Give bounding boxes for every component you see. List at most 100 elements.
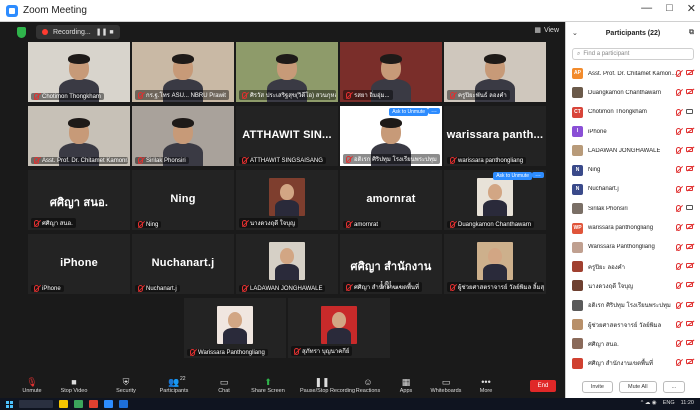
mic-muted-icon[interactable] xyxy=(676,282,681,290)
mic-muted-icon[interactable] xyxy=(676,166,681,174)
recording-controls[interactable]: ❚❚ ■ xyxy=(96,28,114,36)
more-button[interactable]: ••• More xyxy=(464,376,508,395)
participant-name: Chotimon Thongkham xyxy=(588,109,647,116)
tile-more-icon[interactable]: … xyxy=(428,108,440,114)
tile-more-icon[interactable]: … xyxy=(532,172,544,178)
participant-name-text: Ning xyxy=(146,221,159,228)
mic-muted-icon[interactable] xyxy=(676,147,681,155)
participant-row[interactable]: ศศิญา สำนักงานเขตพื้นที่ xyxy=(566,353,700,372)
minimize-button[interactable]: — xyxy=(641,2,652,15)
apps-button[interactable]: ▦ Apps xyxy=(384,376,428,395)
participant-row[interactable]: นางดวงฤดี ใจบุญ xyxy=(566,276,700,295)
participant-tile[interactable]: ศศิญา สำนักงานเข... ศศิญา สำนักงานเขตพื้น… xyxy=(340,234,442,294)
participant-tile[interactable]: warissara panth... warissara panthonglian… xyxy=(444,106,546,166)
chat-button[interactable]: ▭ Chat xyxy=(202,376,246,395)
participant-row[interactable]: N Ning xyxy=(566,160,700,179)
chrome-icon[interactable] xyxy=(74,400,83,408)
participant-tile[interactable]: นางดวงฤดี ใจบุญ xyxy=(236,170,338,230)
participant-tile[interactable]: ATTHAWIT SIN... ATTHAWIT SINGSAISANG xyxy=(236,106,338,166)
app-icon[interactable] xyxy=(89,400,98,408)
maximize-button[interactable]: □ xyxy=(666,2,673,15)
participant-name-label: Duangkamon Chanthawarn xyxy=(447,221,535,228)
windows-start-icon[interactable] xyxy=(6,400,13,408)
participant-tile[interactable]: Ask to Unmute… อดิเรก ศิริปทุม โรงเรียนพร… xyxy=(340,106,442,166)
mute-all-button[interactable]: Mute All xyxy=(618,381,657,393)
mic-muted-icon[interactable] xyxy=(676,262,681,270)
participant-tile[interactable]: ครูปิยะพันธ์ ลองคำ xyxy=(444,42,546,102)
mic-muted-icon[interactable] xyxy=(676,70,681,77)
participant-row[interactable]: CT Chotimon Thongkham xyxy=(566,103,700,122)
mic-muted-icon[interactable] xyxy=(676,340,681,348)
mic-muted-icon[interactable] xyxy=(676,185,681,193)
more-options-button[interactable]: ... xyxy=(662,381,686,393)
participant-name-text: ศิรวัส ประเสริฐสุข(วิดีโอ) สวนกุหลาบ นนท… xyxy=(250,93,336,99)
participant-row[interactable]: ครูปิยะ ลองคำ xyxy=(566,257,700,276)
participant-row[interactable]: IiPhone xyxy=(566,122,700,141)
participant-tile[interactable]: ศิรวัส ประเสริฐสุข(วิดีโอ) สวนกุหลาบ นนท… xyxy=(236,42,338,102)
participant-status-icons xyxy=(676,166,693,174)
participants-title: Participants (22) xyxy=(605,29,661,37)
security-button[interactable]: ⛨ Security xyxy=(104,376,148,395)
language-indicator[interactable]: ENG xyxy=(663,400,675,406)
participant-row[interactable]: ผู้ช่วยศาสตราจารย์ วัลย์พิมล xyxy=(566,315,700,334)
participant-tile[interactable]: LADAWAN JONGHAWALE xyxy=(236,234,338,294)
participant-row[interactable]: WP warissara panthongliang xyxy=(566,218,700,237)
whiteboards-button[interactable]: ▭ Whiteboards xyxy=(424,376,468,395)
participant-row[interactable]: N Nuchanart.j xyxy=(566,180,700,199)
participant-tile[interactable]: iPhone iPhone xyxy=(28,234,130,294)
unmute-button[interactable]: 🎙 Unmute xyxy=(10,376,54,395)
encryption-shield-icon[interactable] xyxy=(17,26,26,38)
mic-muted-icon[interactable] xyxy=(676,205,681,213)
ask-to-unmute-chip[interactable]: Ask to Unmute xyxy=(493,172,532,180)
mic-muted-icon[interactable] xyxy=(676,320,681,328)
view-button[interactable]: ▦ View xyxy=(534,26,559,35)
participant-tile[interactable]: กร.ฐ.โทร ASU... NBRU Prawit xyxy=(132,42,234,102)
mic-muted-icon[interactable] xyxy=(676,89,681,97)
participant-tile[interactable]: Asst. Prof. Dr. Chitamet Kamonrat xyxy=(28,106,130,166)
participant-row[interactable]: ศศิญา สนอ. xyxy=(566,334,700,353)
participant-tile[interactable]: Warissara Panthongliang xyxy=(184,298,286,358)
invite-button[interactable]: Invite xyxy=(581,381,613,393)
word-icon[interactable] xyxy=(119,400,128,408)
participant-tile[interactable]: สุภัทรา บุญนาคกีย์ xyxy=(288,298,390,358)
share-screen-button[interactable]: ⬆ Share Screen xyxy=(246,376,290,395)
participants-button[interactable]: 👥 22 Participants xyxy=(152,376,196,394)
close-button[interactable]: ✕ xyxy=(687,2,696,15)
tray-icons[interactable]: ^ ☁ ◉ xyxy=(641,400,657,406)
windows-taskbar: ^ ☁ ◉ ENG 11:20 xyxy=(0,398,700,410)
participant-tile[interactable]: amornrat amornrat xyxy=(340,170,442,230)
participant-row[interactable]: Warissara Panthongliang xyxy=(566,238,700,257)
participant-row[interactable]: AP Asst. Prof. Dr. Chitamet Kamon... xyxy=(566,64,700,83)
end-meeting-button[interactable]: End xyxy=(530,380,556,392)
taskbar-search[interactable] xyxy=(19,400,53,408)
participant-name: นางดวงฤดี ใจบุญ xyxy=(588,283,634,290)
participant-row[interactable]: LADAWAN JONGHAWALE xyxy=(566,141,700,160)
participant-tile[interactable]: Ask to Unmute… Duangkamon Chanthawarn xyxy=(444,170,546,230)
participant-row[interactable]: Duangkamon Chanthawarn xyxy=(566,83,700,102)
participant-tile[interactable]: Ning Ning xyxy=(132,170,234,230)
mic-muted-icon[interactable] xyxy=(676,359,681,367)
mic-muted-icon[interactable] xyxy=(676,127,681,135)
file-explorer-icon[interactable] xyxy=(59,400,68,408)
popout-icon[interactable]: ⧉ xyxy=(689,29,694,37)
participant-tile[interactable]: Chotimon Thongkham xyxy=(28,42,130,102)
participant-row[interactable]: อดิเรก ศิริปทุม โรงเรียนพระปทุม xyxy=(566,296,700,315)
pause-stop-recording-button[interactable]: ❚❚ Pause/Stop Recording xyxy=(300,376,355,395)
participant-row[interactable]: Sirilak Phonsiri xyxy=(566,199,700,218)
chevron-down-icon[interactable]: ⌄ xyxy=(572,29,578,37)
mic-muted-icon[interactable] xyxy=(676,224,681,232)
mic-muted-icon[interactable] xyxy=(676,108,681,116)
participant-tile[interactable]: รสยา อิ่มอุ่ม... xyxy=(340,42,442,102)
mic-muted-icon xyxy=(450,283,455,291)
mic-muted-icon[interactable] xyxy=(676,301,681,309)
participant-tile[interactable]: Sirilak Phonsiri xyxy=(132,106,234,166)
participant-tile[interactable]: Nuchanart.j Nuchanart.j xyxy=(132,234,234,294)
ask-to-unmute-chip[interactable]: Ask to Unmute xyxy=(389,108,428,116)
zoom-taskbar-icon[interactable] xyxy=(104,400,113,408)
participant-tile[interactable]: ศศิญา สนอ. ศศิญา สนอ. xyxy=(28,170,130,230)
mic-muted-icon[interactable] xyxy=(676,243,681,251)
participant-search-input[interactable]: ⌕ Find a participant xyxy=(572,48,694,60)
stop-video-button[interactable]: ■ Stop Video xyxy=(52,376,96,395)
avatar: CT xyxy=(572,106,583,118)
participant-tile[interactable]: ผู้ช่วยศาสตราจารย์ วัลย์พิมล ลิ้มสุดใจ xyxy=(444,234,546,294)
